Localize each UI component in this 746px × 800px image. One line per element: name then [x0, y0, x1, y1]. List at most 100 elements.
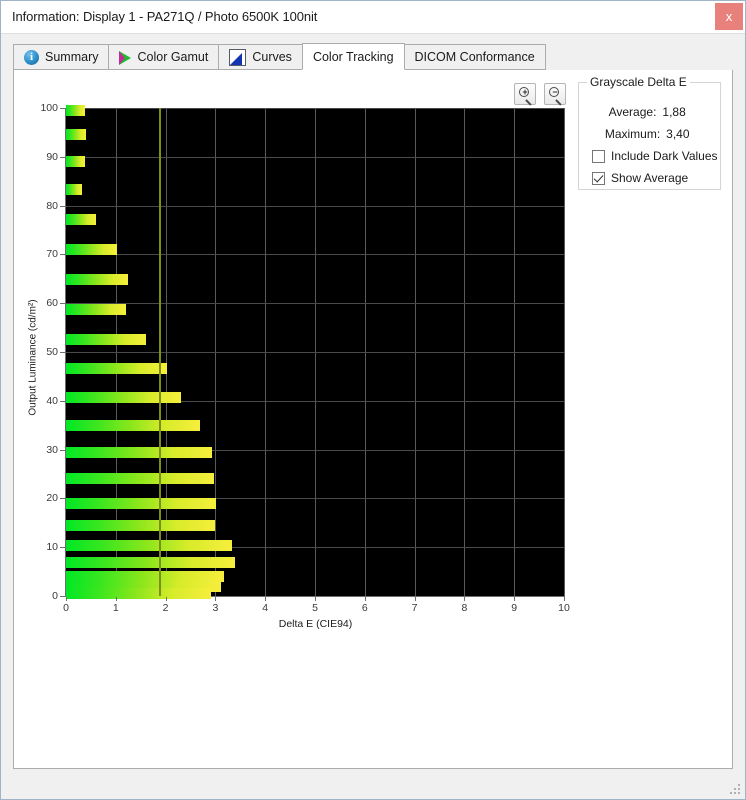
y-tick — [60, 352, 65, 353]
y-axis-label: Output Luminance (cd/m²) — [28, 258, 39, 458]
tab-content-panel: + − 012345678910 0102030405060708090100 … — [13, 70, 733, 769]
panel-legend: Grayscale Delta E — [587, 75, 690, 89]
bar — [66, 498, 216, 509]
average-line — [159, 108, 161, 596]
y-tick-label: 100 — [40, 102, 58, 114]
x-tick — [215, 597, 216, 601]
gridline-horizontal — [66, 254, 564, 255]
x-tick — [464, 597, 465, 601]
bar — [66, 363, 167, 374]
maximum-label: Maximum: — [605, 127, 660, 141]
y-tick — [60, 401, 65, 402]
x-tick-label: 1 — [113, 602, 119, 614]
bar — [66, 588, 211, 599]
y-tick-label: 90 — [46, 151, 58, 163]
y-tick-label: 40 — [46, 395, 58, 407]
bar — [66, 473, 214, 484]
y-tick-label: 10 — [46, 541, 58, 553]
y-tick — [60, 206, 65, 207]
x-axis-label: Delta E (CIE94) — [14, 618, 617, 630]
tab-color-tracking[interactable]: Color Tracking — [302, 43, 405, 70]
x-tick-label: 6 — [362, 602, 368, 614]
bar — [66, 184, 82, 195]
x-tick-label: 8 — [461, 602, 467, 614]
include-dark-values-checkbox[interactable]: Include Dark Values — [592, 149, 718, 163]
x-tick-label: 3 — [212, 602, 218, 614]
y-tick — [60, 596, 65, 597]
y-tick-label: 80 — [46, 200, 58, 212]
gridline-horizontal — [66, 352, 564, 353]
curves-icon — [229, 49, 246, 66]
y-tick-label: 60 — [46, 297, 58, 309]
color-tracking-chart: 012345678910 0102030405060708090100 Delt… — [14, 70, 579, 640]
x-tick-label: 5 — [312, 602, 318, 614]
average-label: Average: — [609, 105, 657, 119]
gridline-horizontal — [66, 303, 564, 304]
gamut-icon — [119, 51, 131, 65]
gridline-horizontal — [66, 108, 564, 109]
tab-strip: i Summary Color Gamut Curves Color Track… — [13, 44, 733, 71]
checkbox-box[interactable] — [592, 172, 605, 185]
title-bar: Information: Display 1 - PA271Q / Photo … — [1, 1, 745, 34]
y-tick-label: 50 — [46, 346, 58, 358]
x-tick — [116, 597, 117, 601]
tab-summary[interactable]: i Summary — [13, 44, 109, 70]
y-tick-label: 20 — [46, 492, 58, 504]
bar — [66, 334, 146, 345]
info-icon: i — [24, 50, 39, 65]
bar — [66, 304, 126, 315]
tab-label: Summary — [45, 50, 98, 64]
bar — [66, 129, 86, 140]
y-tick-label: 70 — [46, 248, 58, 260]
bar — [66, 244, 117, 255]
resize-grip[interactable] — [730, 784, 742, 796]
x-tick — [514, 597, 515, 601]
gridline-vertical — [564, 108, 565, 596]
y-tick — [60, 254, 65, 255]
y-tick — [60, 450, 65, 451]
x-tick — [365, 597, 366, 601]
bar — [66, 105, 85, 116]
average-value: 1,88 — [662, 105, 690, 119]
average-row: Average: 1,88 — [579, 105, 720, 119]
tab-dicom-conformance[interactable]: DICOM Conformance — [404, 44, 546, 70]
close-button[interactable]: x — [715, 3, 743, 30]
x-tick-label: 9 — [511, 602, 517, 614]
tab-curves[interactable]: Curves — [218, 44, 303, 70]
window-title: Information: Display 1 - PA271Q / Photo … — [12, 9, 317, 24]
tab-label: Curves — [252, 50, 292, 64]
y-tick — [60, 303, 65, 304]
y-tick-label: 0 — [52, 590, 58, 602]
close-icon: x — [726, 10, 733, 23]
y-tick — [60, 108, 65, 109]
maximum-value: 3,40 — [666, 127, 694, 141]
gridline-horizontal — [66, 206, 564, 207]
bar — [66, 420, 200, 431]
bar — [66, 214, 96, 225]
bar — [66, 520, 215, 531]
tab-label: Color Tracking — [313, 50, 394, 64]
bar — [66, 156, 85, 167]
y-tick — [60, 157, 65, 158]
tab-color-gamut[interactable]: Color Gamut — [108, 44, 219, 70]
bar — [66, 557, 235, 568]
x-tick — [415, 597, 416, 601]
checkbox-label: Show Average — [611, 171, 688, 185]
show-average-checkbox[interactable]: Show Average — [592, 171, 688, 185]
x-tick — [564, 597, 565, 601]
x-tick-label: 0 — [63, 602, 69, 614]
checkbox-box[interactable] — [592, 150, 605, 163]
bar — [66, 447, 212, 458]
bar — [66, 540, 232, 551]
x-tick — [315, 597, 316, 601]
maximum-row: Maximum: 3,40 — [579, 127, 720, 141]
tab-label: Color Gamut — [137, 50, 208, 64]
x-tick — [66, 597, 67, 601]
plot-area — [66, 108, 565, 596]
x-tick — [265, 597, 266, 601]
tab-label: DICOM Conformance — [415, 50, 535, 64]
bar — [66, 274, 128, 285]
x-tick-label: 4 — [262, 602, 268, 614]
checkbox-label: Include Dark Values — [611, 149, 718, 163]
information-window: Information: Display 1 - PA271Q / Photo … — [0, 0, 746, 800]
